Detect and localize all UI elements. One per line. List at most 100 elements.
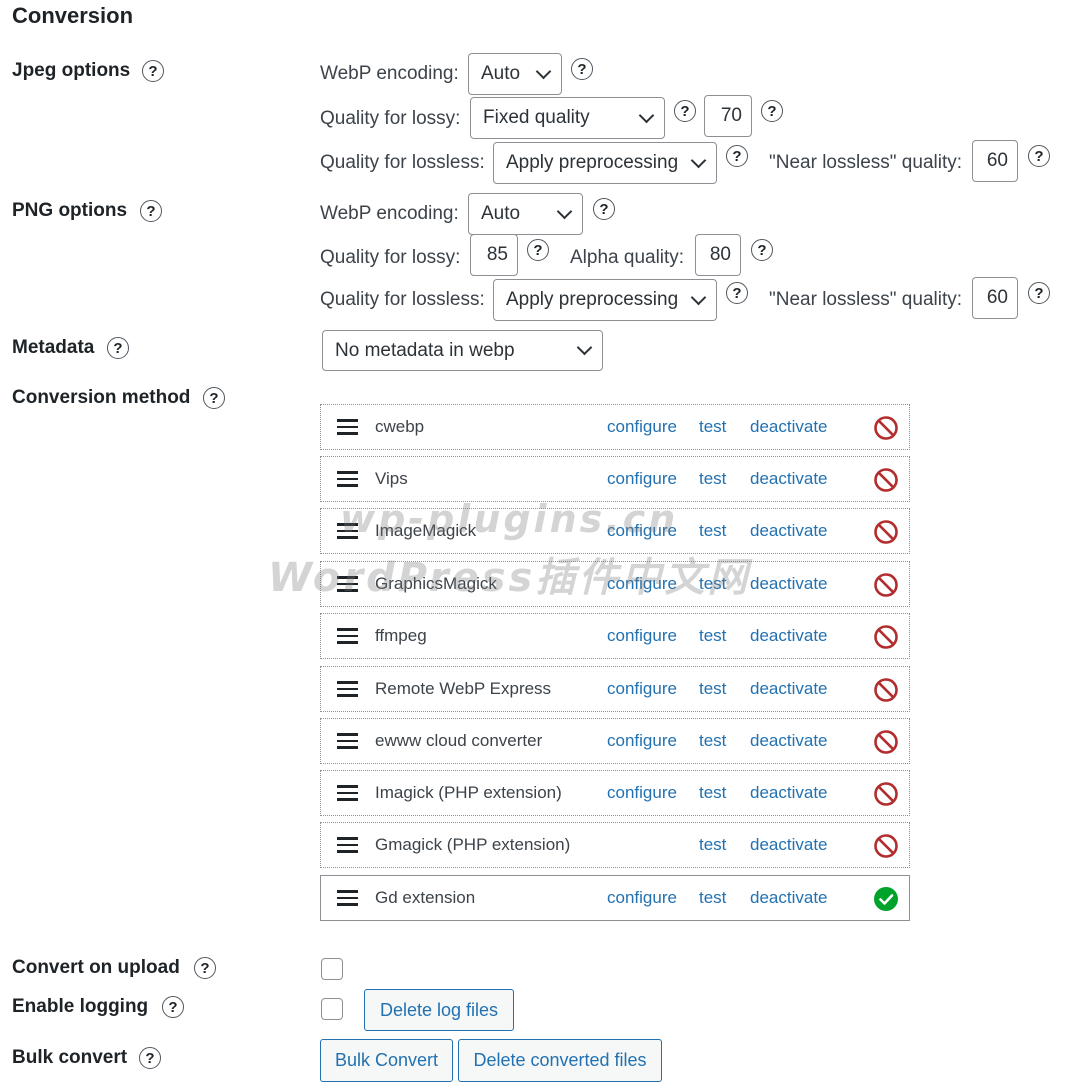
drag-handle-icon[interactable]: [337, 681, 358, 697]
drag-handle-icon[interactable]: [337, 890, 358, 906]
drag-handle-icon[interactable]: [337, 837, 358, 853]
deactivate-link[interactable]: deactivate: [750, 521, 828, 541]
deactivate-link[interactable]: deactivate: [750, 888, 828, 908]
metadata-help-icon[interactable]: ?: [107, 337, 129, 359]
jpeg-options-help-icon[interactable]: ?: [142, 60, 164, 82]
png-lossless-select[interactable]: Apply preprocessing: [493, 279, 717, 321]
test-link[interactable]: test: [699, 835, 726, 855]
jpeg-encoding-value: Auto: [481, 63, 521, 84]
jpeg-lossy-help-icon[interactable]: ?: [674, 100, 696, 122]
configure-link[interactable]: configure: [607, 731, 677, 751]
deactivate-link[interactable]: deactivate: [750, 469, 828, 489]
converter-row[interactable]: ffmpeg configure test deactivate: [320, 613, 910, 659]
drag-handle-icon[interactable]: [337, 785, 358, 801]
deactivate-link[interactable]: deactivate: [750, 783, 828, 803]
enable-logging-label: Enable logging: [12, 996, 149, 1017]
jpeg-lossy-quality-input[interactable]: 70: [704, 95, 752, 137]
test-link[interactable]: test: [699, 626, 726, 646]
converter-row[interactable]: Gmagick (PHP extension) test deactivate: [320, 822, 910, 868]
test-link[interactable]: test: [699, 679, 726, 699]
png-options-help-icon[interactable]: ?: [140, 200, 162, 222]
png-alpha-help-icon[interactable]: ?: [751, 239, 773, 261]
png-near-lossless-input[interactable]: 60: [972, 277, 1018, 319]
metadata-label: Metadata: [12, 337, 95, 358]
deactivate-link[interactable]: deactivate: [750, 679, 828, 699]
png-near-lossless-help-icon[interactable]: ?: [1028, 282, 1050, 304]
deactivate-link[interactable]: deactivate: [750, 835, 828, 855]
test-link[interactable]: test: [699, 888, 726, 908]
not-available-icon: [873, 572, 899, 598]
convert-on-upload-label: Convert on upload: [12, 957, 180, 978]
test-link[interactable]: test: [699, 731, 726, 751]
conversion-method-help-icon[interactable]: ?: [203, 387, 225, 409]
test-link[interactable]: test: [699, 469, 726, 489]
drag-handle-icon[interactable]: [337, 419, 358, 435]
delete-log-files-button[interactable]: Delete log files: [364, 989, 514, 1031]
png-options-label: PNG options: [12, 200, 128, 221]
drag-handle-icon[interactable]: [337, 628, 358, 644]
jpeg-lossless-select[interactable]: Apply preprocessing: [493, 142, 717, 184]
configure-link[interactable]: configure: [607, 783, 677, 803]
jpeg-lossless-help-icon[interactable]: ?: [726, 145, 748, 167]
png-alpha-input[interactable]: 80: [695, 234, 741, 276]
chevron-down-icon: [576, 339, 593, 356]
configure-link[interactable]: configure: [607, 469, 677, 489]
png-encoding-label: WebP encoding:: [320, 203, 459, 224]
png-lossy-quality-input[interactable]: 85: [470, 234, 518, 276]
jpeg-lossy-select[interactable]: Fixed quality: [470, 97, 665, 139]
converter-row[interactable]: Remote WebP Express configure test deactiva…: [320, 666, 910, 712]
converter-row[interactable]: Imagick (PHP extension) configure test deac…: [320, 770, 910, 816]
converter-name: ffmpeg: [375, 626, 427, 645]
conversion-method-label: Conversion method: [12, 387, 191, 408]
configure-link[interactable]: configure: [607, 888, 677, 908]
test-link[interactable]: test: [699, 417, 726, 437]
test-link[interactable]: test: [699, 783, 726, 803]
converter-name: Gd extension: [375, 888, 476, 907]
deactivate-link[interactable]: deactivate: [750, 626, 828, 646]
bulk-convert-help-icon[interactable]: ?: [139, 1047, 161, 1069]
delete-converted-files-button[interactable]: Delete converted files: [458, 1039, 662, 1082]
png-lossless-label: Quality for lossless:: [320, 289, 485, 310]
png-lossless-help-icon[interactable]: ?: [726, 282, 748, 304]
jpeg-near-lossless-help-icon[interactable]: ?: [1028, 145, 1050, 167]
enable-logging-help-icon[interactable]: ?: [162, 996, 184, 1018]
jpeg-encoding-help-icon[interactable]: ?: [571, 58, 593, 80]
drag-handle-icon[interactable]: [337, 733, 358, 749]
png-encoding-select[interactable]: Auto: [468, 193, 583, 235]
not-available-icon: [873, 781, 899, 807]
png-lossy-label: Quality for lossy:: [320, 247, 461, 268]
test-link[interactable]: test: [699, 521, 726, 541]
deactivate-link[interactable]: deactivate: [750, 731, 828, 751]
metadata-select[interactable]: No metadata in webp: [322, 330, 603, 371]
section-title: Conversion: [12, 3, 134, 28]
jpeg-options-label: Jpeg options: [12, 60, 131, 81]
jpeg-encoding-select[interactable]: Auto: [468, 53, 562, 95]
converter-name: Remote WebP Express: [375, 679, 552, 698]
configure-link[interactable]: configure: [607, 679, 677, 699]
converter-row[interactable]: cwebp configure test deactivate: [320, 404, 910, 450]
converter-name: cwebp: [375, 417, 425, 436]
configure-link[interactable]: configure: [607, 626, 677, 646]
drag-handle-icon[interactable]: [337, 471, 358, 487]
chevron-down-icon: [690, 152, 707, 168]
converter-row[interactable]: Vips configure test deactivate: [320, 456, 910, 502]
bulk-convert-label: Bulk convert: [12, 1047, 128, 1068]
png-lossy-help-icon[interactable]: ?: [527, 239, 549, 261]
converter-name: Vips: [375, 469, 408, 488]
not-available-icon: [873, 519, 899, 545]
enable-logging-checkbox[interactable]: [321, 998, 343, 1020]
watermark-line-2: WordPress插件中文网: [268, 555, 751, 601]
jpeg-quality-help-icon[interactable]: ?: [761, 100, 783, 122]
not-available-icon: [873, 624, 899, 650]
converter-row[interactable]: ewww cloud converter configure test deactiv…: [320, 718, 910, 764]
converter-row[interactable]: Gd extension configure test deactivate: [320, 875, 910, 921]
deactivate-link[interactable]: deactivate: [750, 574, 828, 594]
deactivate-link[interactable]: deactivate: [750, 417, 828, 437]
jpeg-near-lossless-input[interactable]: 60: [972, 140, 1018, 182]
configure-link[interactable]: configure: [607, 417, 677, 437]
jpeg-lossy-label: Quality for lossy:: [320, 108, 461, 129]
convert-on-upload-help-icon[interactable]: ?: [194, 957, 216, 979]
convert-on-upload-checkbox[interactable]: [321, 958, 343, 980]
bulk-convert-button[interactable]: Bulk Convert: [320, 1039, 453, 1082]
png-encoding-help-icon[interactable]: ?: [593, 198, 615, 220]
